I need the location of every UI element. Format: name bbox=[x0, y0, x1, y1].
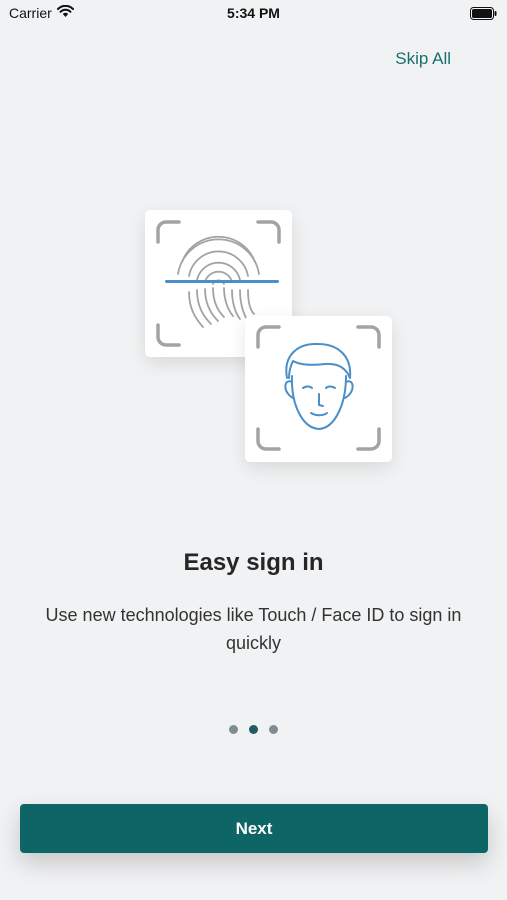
onboarding-title: Easy sign in bbox=[183, 549, 324, 576]
page-dot-3[interactable] bbox=[269, 725, 278, 734]
page-dot-2[interactable] bbox=[249, 725, 258, 734]
page-dot-1[interactable] bbox=[229, 725, 238, 734]
face-id-icon bbox=[256, 325, 381, 451]
clock: 5:34 PM bbox=[227, 5, 280, 21]
status-bar: Carrier 5:34 PM bbox=[0, 0, 507, 30]
onboarding-description: Use new technologies like Touch / Face I… bbox=[45, 605, 462, 653]
page-indicator[interactable] bbox=[0, 725, 507, 734]
skip-all-button[interactable]: Skip All bbox=[395, 49, 451, 69]
battery-icon bbox=[470, 7, 497, 25]
face-id-card bbox=[245, 316, 392, 462]
next-button[interactable]: Next bbox=[20, 804, 488, 853]
